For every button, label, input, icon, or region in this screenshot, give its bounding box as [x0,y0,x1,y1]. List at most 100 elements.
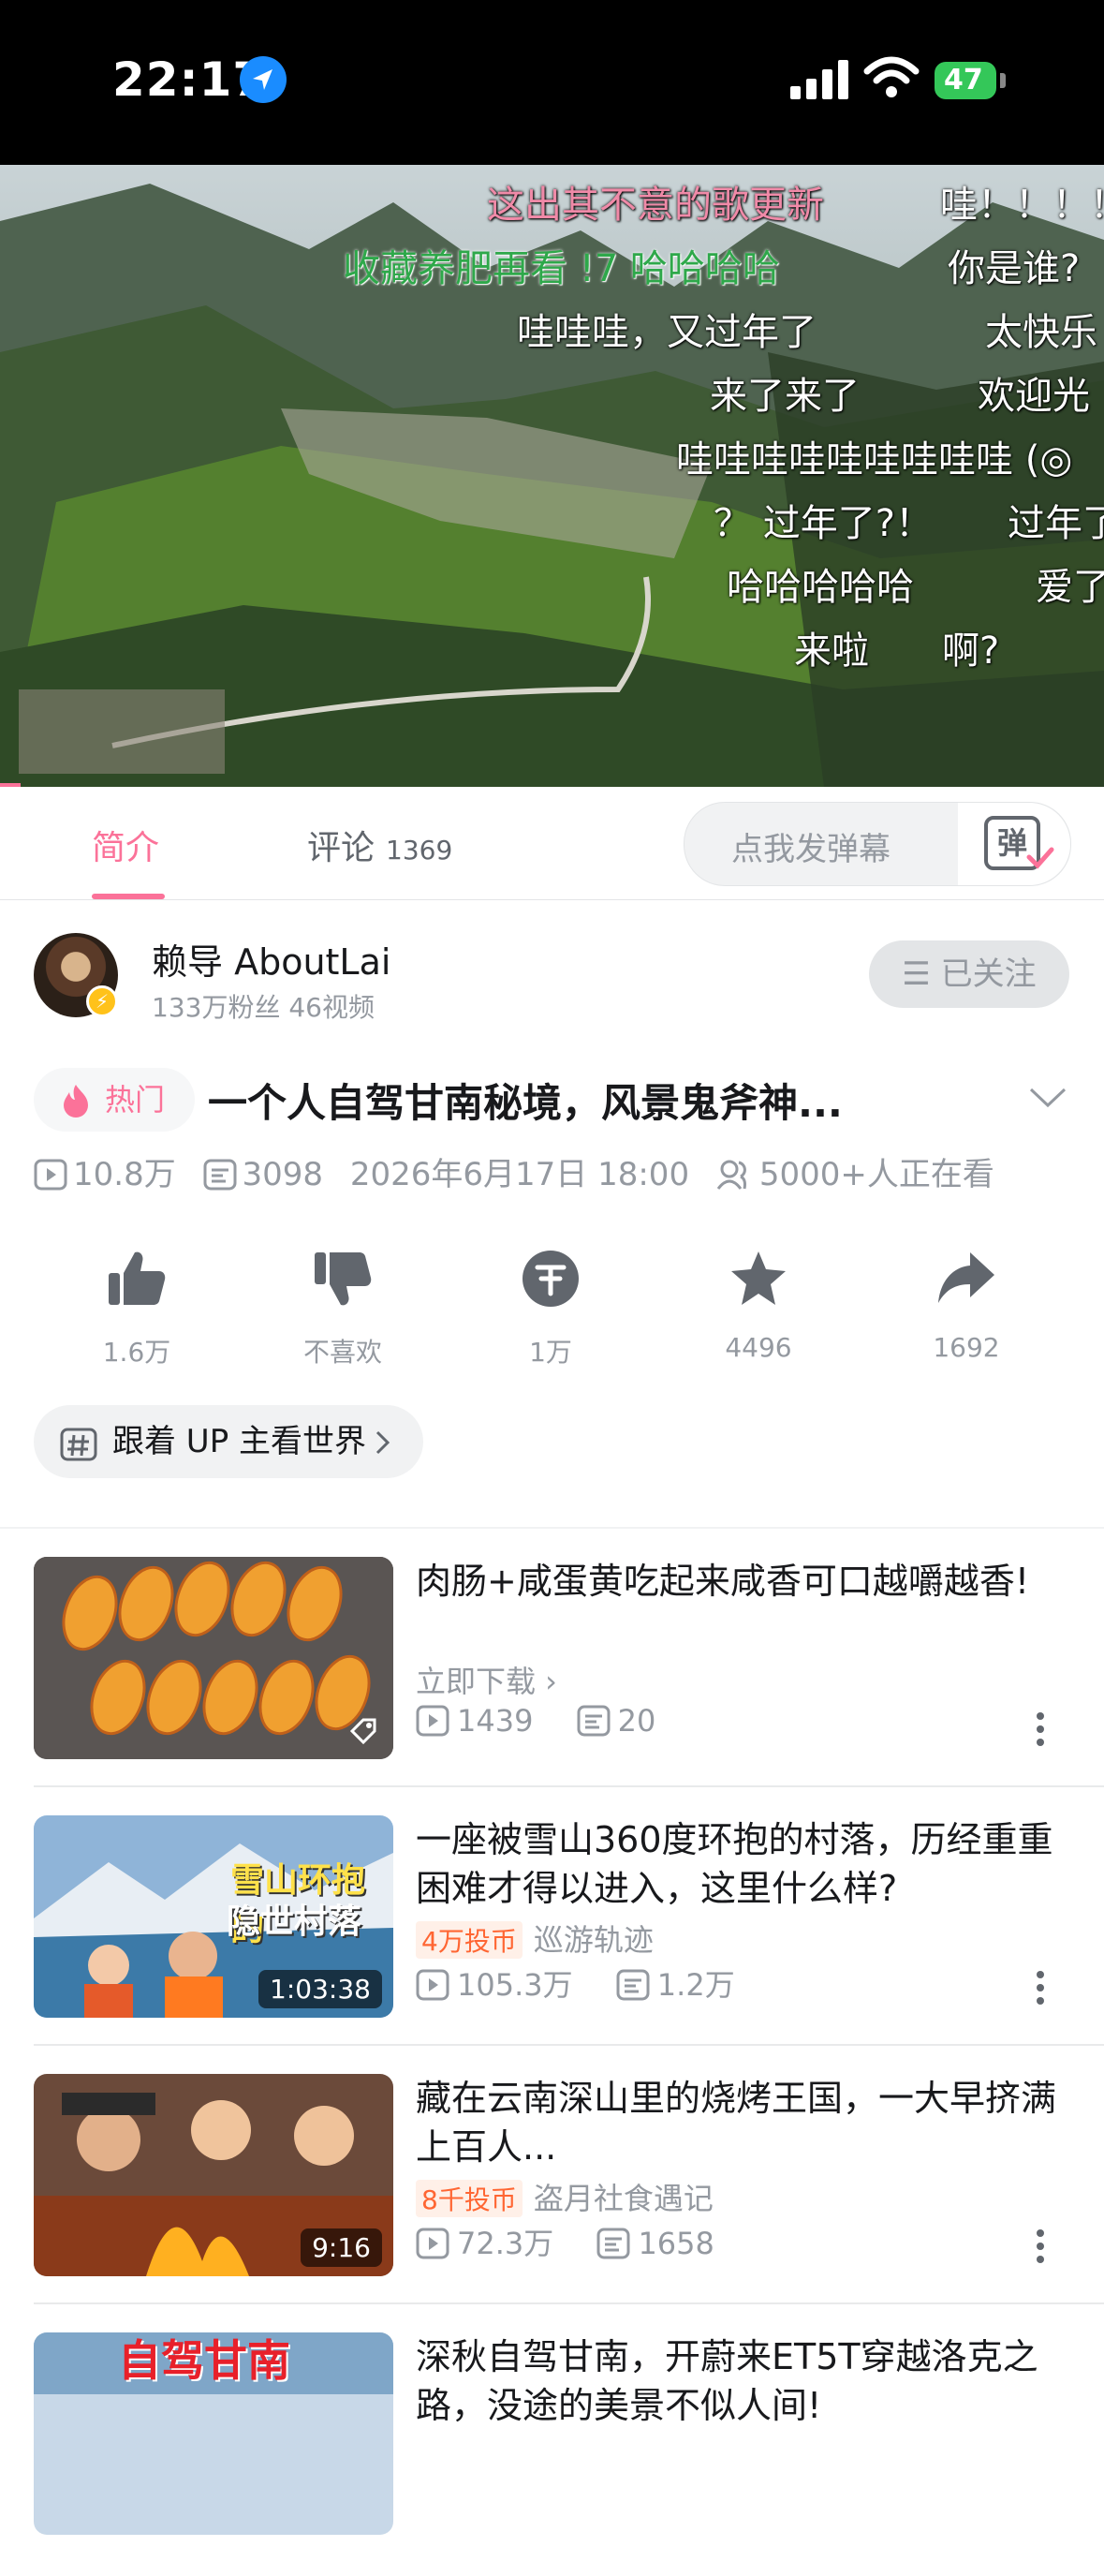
battery-icon: 47 [935,62,996,99]
dislike-label: 不喜欢 [302,1337,382,1368]
favorite-button[interactable]: 4496 [684,1246,833,1363]
danmaku-text: ？ 过年了?！ [714,502,933,545]
like-button[interactable]: 1.6万 [62,1246,212,1369]
chevron-down-icon[interactable] [1028,1087,1067,1109]
danmaku-text: 过年了 [1008,502,1104,545]
download-link[interactable]: 立即下载 › [416,1658,557,1701]
related-thumbnail: 雪山环抱的 隐世村落 1:03:38 [34,1815,393,2018]
like-count: 1.6万 [102,1337,171,1368]
related-stats: 1439 20 [416,1703,655,1739]
danmaku-toggle-button[interactable]: 弹 [958,803,1070,885]
share-icon [938,1252,994,1303]
battery-tip [1000,73,1006,88]
danmaku-input[interactable]: 点我发弹幕 弹 [684,802,1071,886]
play-count-icon [34,1159,67,1191]
share-button[interactable]: 1692 [891,1246,1041,1363]
video-meta: 10.8万 3098 2026年6月17日 18:00 5000+人正在看 [34,1148,1011,1194]
related-author[interactable]: 盗月社食遇记 [534,2181,714,2216]
favorite-count: 4496 [725,1332,792,1363]
tab-intro[interactable]: 简介 [92,821,159,869]
tab-comments-label: 评论 [307,829,375,867]
danmaku-count-icon [203,1159,237,1191]
dislike-button[interactable]: 不喜欢 [268,1246,418,1369]
section-divider [0,1527,1104,1529]
watching-count: 5000+人正在看 [716,1148,994,1194]
star-icon [731,1251,786,1305]
view-count-value: 10.8万 [73,1156,176,1193]
list-divider [34,2302,1104,2304]
danmaku-text: 爱了 [1036,566,1104,609]
uploader-name[interactable]: 赖导 AboutLai [152,933,390,985]
coin-icon [523,1251,579,1307]
related-danmaku: 20 [617,1703,656,1739]
topic-icon [60,1428,97,1461]
danmaku-count-icon [596,2228,630,2259]
related-danmaku: 1658 [638,2226,714,2261]
danmaku-text: 这出其不意的歌更新 [487,184,824,227]
tab-active-indicator [92,894,165,899]
related-video-item[interactable]: 肉肠+咸蛋黄吃起来咸香可口越嚼越香! 立即下载 › 1439 20 [34,1557,1071,1800]
tab-comments[interactable]: 评论 1369 [307,821,452,869]
danmaku-text: 哇！！！！！ [940,184,1104,227]
danmaku-count-icon [577,1705,611,1737]
follow-button[interactable]: ☰ 已关注 [869,940,1069,1008]
related-views: 105.3万 [457,1967,573,2003]
video-duration: 9:16 [301,2228,382,2267]
list-divider [34,2044,1104,2046]
related-stats: 72.3万 1658 [416,2220,714,2263]
related-author[interactable]: 巡游轨迹 [534,1922,654,1958]
thumbs-down-icon [315,1252,372,1306]
related-thumbnail: 9:16 [34,2074,393,2276]
related-title: 肉肠+咸蛋黄吃起来咸香可口越嚼越香! [416,1561,1030,1602]
thumb-caption: 自驾甘南 [118,2335,290,2386]
topic-tag[interactable]: 跟着 UP 主看世界 [34,1405,423,1478]
danmaku-text: 来了来了 [710,375,860,418]
related-stats: 105.3万 1.2万 [416,1962,735,2005]
video-title: 一个人自驾甘南秘境，风景鬼斧神... [208,1080,843,1126]
related-thumbnail: 自驾甘南 [34,2332,393,2535]
cellular-signal-icon [790,58,850,99]
danmaku-text: 哈哈哈哈哈 [727,566,914,609]
related-meta: 8千投币 盗月社食遇记 [416,2175,714,2218]
coin-badge: 4万投币 [416,1921,523,1959]
uploader-stats: 133万粉丝 46视频 [152,992,375,1023]
topic-label: 跟着 UP 主看世界 [112,1423,367,1460]
related-title: 深秋自驾甘南，开蔚来ET5T穿越洛克之路，没途的美景不似人间! [416,2336,1038,2426]
thumbs-up-icon [109,1251,166,1305]
ad-tag-icon [349,1718,376,1745]
related-video-item[interactable]: 雪山环抱的 隐世村落 1:03:38 一座被雪山360度环抱的村落，历经重重困难… [34,1815,1071,2059]
more-options-icon[interactable] [1036,2229,1045,2263]
detail-tabs: 简介 评论 1369 点我发弹幕 弹 [0,787,1104,900]
thumb-caption: 隐世村落 [227,1902,362,1941]
share-count: 1692 [933,1332,1000,1363]
battery-level: 47 [944,64,983,96]
comment-count: 1369 [386,835,453,866]
related-title: 一座被雪山360度环抱的村落，历经重重困难才得以进入，这里什么样? [416,1819,1053,1909]
related-video-item[interactable]: 自驾甘南 深秋自驾甘南，开蔚来ET5T穿越洛克之路，没途的美景不似人间! [34,2332,1071,2576]
hot-tag[interactable]: 热门 [34,1068,195,1132]
more-options-icon[interactable] [1036,1712,1045,1746]
danmaku-count: 3098 [203,1156,323,1193]
related-title: 藏在云南深山里的烧烤王国，一大早挤满上百人... [416,2078,1057,2168]
list-divider [34,1785,1104,1787]
coin-button[interactable]: 1万 [476,1246,626,1369]
people-icon [716,1160,746,1190]
video-player[interactable]: 这出其不意的歌更新 哇！！！！！ 收藏养肥再看 !7 哈哈哈哈 你是谁? 哇哇哇… [0,165,1104,787]
related-thumbnail [34,1557,393,1759]
danmaku-text: 哇哇哇哇哇哇哇哇哇 (◎ [676,438,1073,481]
check-icon [1026,847,1054,869]
chevron-right-icon [375,1430,390,1455]
flame-icon [64,1085,88,1118]
related-video-item[interactable]: 9:16 藏在云南深山里的烧烤王国，一大早挤满上百人... 8千投币 盗月社食遇记… [34,2074,1071,2317]
more-options-icon[interactable] [1036,1971,1045,2005]
danmaku-text: 哇哇哇，又过年了 [517,311,817,354]
play-count-icon [416,1969,449,2001]
publish-date: 2026年6月17日 18:00 [349,1156,690,1193]
danmaku-text: 啊? [942,629,1000,673]
danmaku-text: 太快乐 [985,311,1097,354]
danmaku-count-icon [616,1969,650,2001]
related-meta: 4万投币 巡游轨迹 [416,1917,654,1960]
related-views: 72.3万 [457,2226,554,2261]
danmaku-text: 你是谁? [948,247,1081,290]
hot-tag-label: 热门 [105,1082,166,1118]
